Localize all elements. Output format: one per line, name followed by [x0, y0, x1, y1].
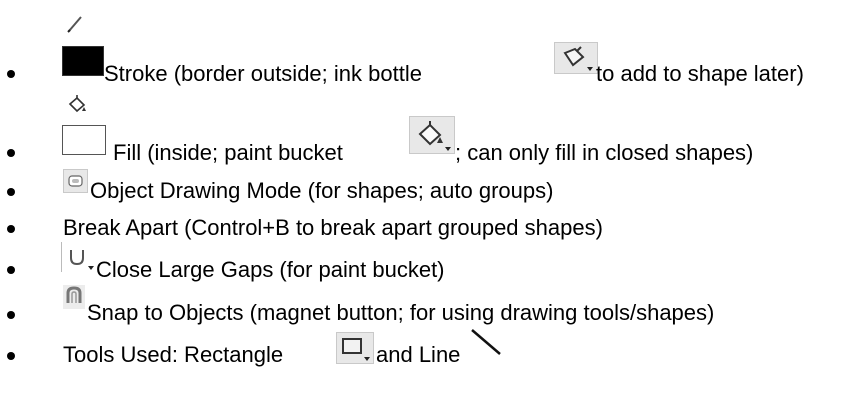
tools-text-before: Tools Used: Rectangle [63, 342, 284, 367]
snap-text: Snap to Objects (magnet button; for usin… [87, 300, 715, 325]
object-drawing-icon [63, 169, 88, 193]
pencil-icon [67, 16, 82, 33]
ink-bottle-icon [554, 42, 598, 74]
paint-bucket-small-icon [68, 95, 86, 113]
break-apart-text: Break Apart (Control+B to break apart gr… [63, 215, 603, 240]
fill-text-before: Fill (inside; paint bucket [113, 140, 343, 165]
close-gaps-text: Close Large Gaps (for paint bucket) [96, 257, 445, 282]
object-drawing-text: Object Drawing Mode (for shapes; auto gr… [90, 178, 554, 203]
rectangle-tool-icon [336, 332, 374, 364]
tools-text-mid: and Line [376, 342, 461, 367]
bullet [7, 352, 15, 360]
white-swatch-icon [62, 125, 106, 155]
bullet [7, 70, 15, 78]
fill-text-after: ; can only fill in closed shapes) [455, 140, 754, 165]
paint-bucket-icon [409, 116, 455, 154]
black-swatch-icon [62, 46, 104, 76]
bullet [7, 311, 15, 319]
bullet [7, 149, 15, 157]
stroke-text-after: to add to shape later) [596, 61, 804, 86]
bullet [7, 225, 15, 233]
bullet [7, 266, 15, 274]
line-tool-icon [471, 329, 501, 355]
bullet [7, 188, 15, 196]
magnet-icon [63, 285, 85, 309]
stroke-text-before: Stroke (border outside; ink bottle [104, 61, 422, 86]
gap-close-icon [61, 242, 96, 272]
